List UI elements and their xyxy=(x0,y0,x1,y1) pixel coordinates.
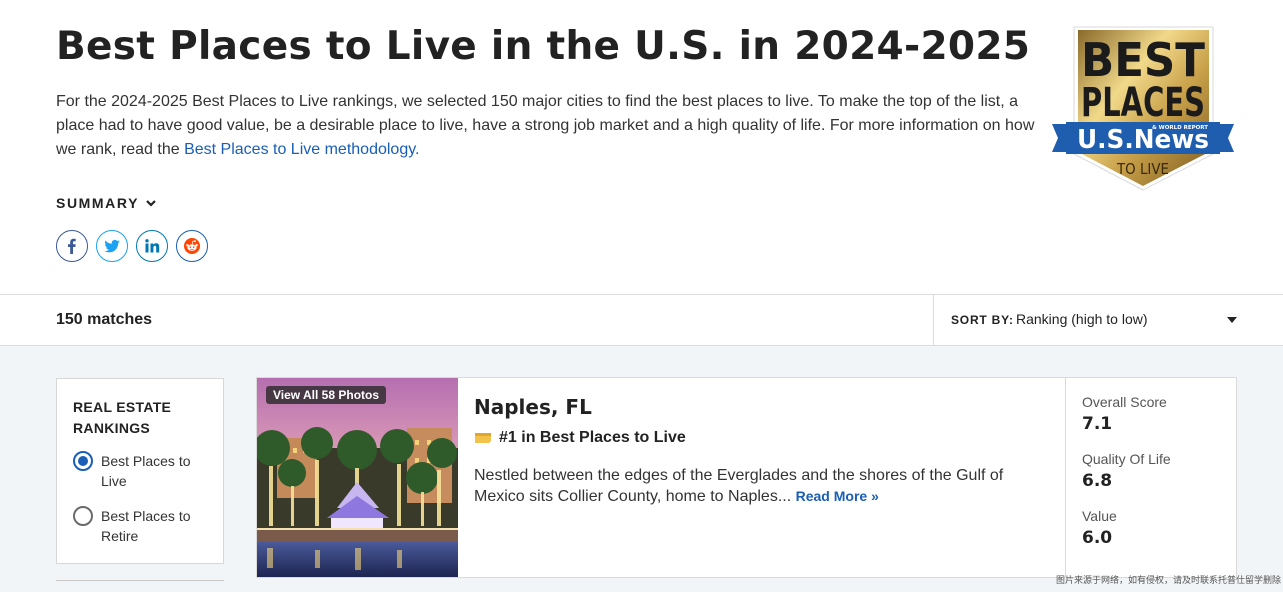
filter-title: REAL ESTATE RANKINGS xyxy=(73,399,172,436)
rankings-filter-panel: REAL ESTATE RANKINGS Best Places to Live… xyxy=(56,378,224,564)
linkedin-share-button[interactable] xyxy=(136,230,168,262)
radio-unselected-icon[interactable] xyxy=(73,506,93,526)
value-score-value: 6.0 xyxy=(1082,528,1113,548)
linkedin-icon xyxy=(145,239,160,253)
watermark-text: 图片来源于网络，如有侵权，请及时联系托普仕留学删除 xyxy=(1055,575,1281,585)
filter-option-best-places-to-live[interactable]: Best Places to Live xyxy=(73,451,201,491)
quality-of-life-label: Quality Of Life xyxy=(1082,451,1171,467)
caret-down-icon xyxy=(1227,317,1237,323)
result-card: View All 58 Photos Naples, FL #1 in Best… xyxy=(256,377,1237,578)
best-places-badge-logo: BEST PLACES U.S.News & WORLD REPORT TO L… xyxy=(1052,26,1234,191)
summary-toggle[interactable]: SUMMARY xyxy=(56,195,157,211)
city-name-link[interactable]: Naples, FL xyxy=(474,395,592,419)
view-all-photos-button[interactable]: View All 58 Photos xyxy=(266,386,387,404)
page-title: Best Places to Live in the U.S. in 2024-… xyxy=(56,24,1031,69)
filter-option-best-places-to-retire[interactable]: Best Places to Retire xyxy=(73,506,201,546)
ribbon-icon xyxy=(475,433,491,443)
sort-dropdown[interactable]: SORT BY: Ranking (high to low) xyxy=(933,295,1283,345)
badge-line1: BEST xyxy=(1081,33,1206,87)
results-toolbar: 150 matches SORT BY: Ranking (high to lo… xyxy=(0,294,1283,346)
overall-score-value: 7.1 xyxy=(1082,414,1113,434)
chevron-down-icon xyxy=(146,200,156,207)
facebook-icon xyxy=(68,238,76,254)
overall-score-label: Overall Score xyxy=(1082,394,1167,410)
description-text: Nestled between the edges of the Evergla… xyxy=(474,467,1004,505)
summary-label: SUMMARY xyxy=(56,195,140,211)
reddit-icon xyxy=(184,238,200,254)
badge-report: & WORLD REPORT xyxy=(1152,125,1208,131)
sort-value: Ranking (high to low) xyxy=(1016,311,1148,327)
facebook-share-button[interactable] xyxy=(56,230,88,262)
twitter-share-button[interactable] xyxy=(96,230,128,262)
filter-option-label: Best Places to Live xyxy=(101,453,191,489)
badge-line2: PLACES xyxy=(1081,80,1205,126)
social-share-bar xyxy=(56,230,208,262)
naples-photo-illustration xyxy=(257,378,458,577)
value-label: Value xyxy=(1082,508,1117,524)
filter-option-label: Best Places to Retire xyxy=(101,508,191,544)
radio-selected-icon[interactable] xyxy=(73,451,93,471)
hero-section: Best Places to Live in the U.S. in 2024-… xyxy=(0,0,1283,295)
sort-label: SORT BY: xyxy=(951,313,1014,327)
rank-badge: #1 in Best Places to Live xyxy=(474,429,686,447)
city-description: Nestled between the edges of the Evergla… xyxy=(474,466,1034,507)
intro-paragraph: For the 2024-2025 Best Places to Live ra… xyxy=(56,90,1041,162)
quality-of-life-value: 6.8 xyxy=(1082,471,1113,491)
methodology-link[interactable]: Best Places to Live methodology. xyxy=(184,141,419,158)
match-count: 150 matches xyxy=(56,311,153,328)
score-panel: Overall Score 7.1 Quality Of Life 6.8 Va… xyxy=(1065,378,1237,577)
rank-text: #1 in Best Places to Live xyxy=(499,429,686,446)
filter-divider xyxy=(56,580,224,581)
city-photo[interactable]: View All 58 Photos xyxy=(257,378,458,577)
reddit-share-button[interactable] xyxy=(176,230,208,262)
results-area: REAL ESTATE RANKINGS Best Places to Live… xyxy=(0,346,1283,592)
twitter-icon xyxy=(104,239,120,253)
badge-tagline: TO LIVE xyxy=(1116,160,1169,178)
read-more-link[interactable]: Read More » xyxy=(796,488,879,504)
